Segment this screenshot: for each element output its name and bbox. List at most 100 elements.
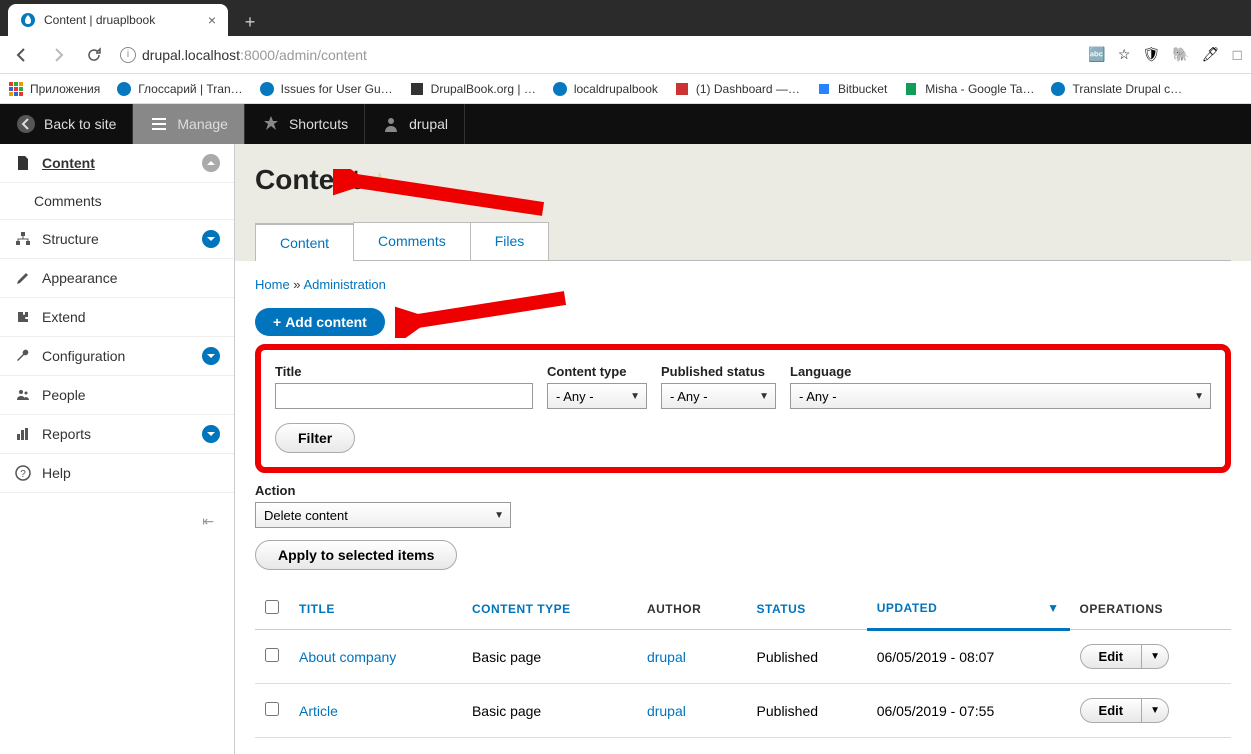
col-author[interactable]: AUTHOR bbox=[637, 588, 747, 630]
filter-button[interactable]: Filter bbox=[275, 423, 355, 453]
reload-button[interactable] bbox=[80, 41, 108, 69]
back-button[interactable] bbox=[8, 41, 36, 69]
shortcuts-button[interactable]: Shortcuts bbox=[245, 104, 365, 144]
chevron-down-icon[interactable] bbox=[202, 347, 220, 365]
collapse-sidebar-icon[interactable]: ⇤ bbox=[0, 493, 234, 550]
row-type: Basic page bbox=[462, 684, 637, 738]
chevron-down-icon: ▼ bbox=[1194, 391, 1204, 402]
translate-icon[interactable]: 🔤 bbox=[1088, 46, 1105, 63]
evernote-icon[interactable]: 🐘 bbox=[1172, 46, 1189, 63]
drupal-icon bbox=[116, 81, 132, 97]
apps-icon bbox=[8, 81, 24, 97]
dropper-icon[interactable]: 🖊 bbox=[1202, 46, 1220, 63]
type-filter-label: Content type bbox=[547, 364, 647, 379]
apply-action-button[interactable]: Apply to selected items bbox=[255, 540, 457, 570]
close-icon[interactable]: × bbox=[208, 12, 216, 28]
structure-icon bbox=[14, 230, 32, 248]
svg-text:?: ? bbox=[20, 469, 26, 480]
user-button[interactable]: drupal bbox=[365, 104, 465, 144]
bookmark-item[interactable]: Bitbucket bbox=[816, 81, 887, 97]
row-author-link[interactable]: drupal bbox=[647, 649, 686, 665]
action-select[interactable]: Delete content▼ bbox=[255, 502, 511, 528]
apps-button[interactable]: Приложения bbox=[8, 81, 100, 97]
sidebar-item-configuration[interactable]: Configuration bbox=[0, 337, 234, 376]
sidebar-item-people[interactable]: People bbox=[0, 376, 234, 415]
star-icon[interactable]: ☆ bbox=[1118, 46, 1131, 63]
profile-icon[interactable]: ◻ bbox=[1231, 46, 1243, 63]
back-to-site-button[interactable]: Back to site bbox=[0, 104, 133, 144]
row-title-link[interactable]: Article bbox=[299, 703, 338, 719]
add-content-button[interactable]: +Add content bbox=[255, 308, 385, 336]
info-icon[interactable]: i bbox=[120, 47, 136, 63]
row-checkbox[interactable] bbox=[265, 702, 279, 716]
tab-content[interactable]: Content bbox=[255, 223, 354, 261]
annotation-arrow-2 bbox=[395, 288, 575, 338]
table-row: Article Basic page drupal Published 06/0… bbox=[255, 684, 1231, 738]
tabs: Content Comments Files bbox=[235, 222, 1251, 260]
sidebar-item-reports[interactable]: Reports bbox=[0, 415, 234, 454]
chevron-down-icon[interactable] bbox=[202, 230, 220, 248]
breadcrumb-home[interactable]: Home bbox=[255, 277, 290, 292]
tab-files[interactable]: Files bbox=[470, 222, 550, 260]
edit-button[interactable]: Edit bbox=[1080, 644, 1143, 669]
row-checkbox[interactable] bbox=[265, 648, 279, 662]
paintbrush-icon bbox=[14, 269, 32, 287]
bookmark-label: Глоссарий | Tran… bbox=[138, 82, 242, 96]
table-row: About company Basic page drupal Publishe… bbox=[255, 630, 1231, 684]
manage-button[interactable]: Manage bbox=[133, 104, 245, 144]
drupal-icon bbox=[1050, 81, 1066, 97]
url-bar[interactable]: i drupal.localhost:8000/admin/content bbox=[116, 47, 1080, 63]
sidebar-item-comments[interactable]: Comments bbox=[0, 183, 234, 220]
bookmark-label: Issues for User Gu… bbox=[281, 82, 393, 96]
bookmark-label: localdrupalbook bbox=[574, 82, 658, 96]
hamburger-icon bbox=[149, 114, 169, 134]
bookmark-label: DrupalBook.org | … bbox=[431, 82, 536, 96]
bookmark-item[interactable]: (1) Dashboard —… bbox=[674, 81, 800, 97]
col-type[interactable]: CONTENT TYPE bbox=[462, 588, 637, 630]
shield-icon[interactable]: 🛡 bbox=[1142, 46, 1160, 63]
status-filter-label: Published status bbox=[661, 364, 776, 379]
chevron-down-icon[interactable] bbox=[202, 425, 220, 443]
admin-item-label: drupal bbox=[409, 116, 448, 132]
breadcrumb-admin[interactable]: Administration bbox=[303, 277, 385, 292]
sidebar-item-label: Extend bbox=[42, 309, 86, 325]
sidebar-item-help[interactable]: ? Help bbox=[0, 454, 234, 493]
sidebar-item-appearance[interactable]: Appearance bbox=[0, 259, 234, 298]
chevron-down-icon: ▼ bbox=[494, 510, 504, 521]
bookmark-label: Приложения bbox=[30, 82, 100, 96]
tab-comments[interactable]: Comments bbox=[353, 222, 471, 260]
favorite-star-icon[interactable]: ☆ bbox=[371, 168, 389, 193]
forward-button[interactable] bbox=[44, 41, 72, 69]
new-tab-button[interactable]: + bbox=[236, 8, 264, 36]
content-table: TITLE CONTENT TYPE AUTHOR STATUS UPDATED… bbox=[255, 588, 1231, 738]
lang-filter-select[interactable]: - Any -▼ bbox=[790, 383, 1211, 409]
sidebar-item-content[interactable]: Content bbox=[0, 144, 234, 183]
sidebar-item-structure[interactable]: Structure bbox=[0, 220, 234, 259]
browser-tab[interactable]: Content | druaplbook × bbox=[8, 4, 228, 36]
chevron-up-icon[interactable] bbox=[202, 154, 220, 172]
browser-toolbar: i drupal.localhost:8000/admin/content 🔤 … bbox=[0, 36, 1251, 74]
col-status[interactable]: STATUS bbox=[747, 588, 867, 630]
col-title[interactable]: TITLE bbox=[289, 588, 462, 630]
col-updated[interactable]: UPDATED ▼ bbox=[867, 588, 1070, 630]
row-author-link[interactable]: drupal bbox=[647, 703, 686, 719]
edit-dropdown-button[interactable]: ▼ bbox=[1142, 644, 1169, 669]
bookmark-item[interactable]: Misha - Google Ta… bbox=[903, 81, 1034, 97]
bookmark-item[interactable]: DrupalBook.org | … bbox=[409, 81, 536, 97]
bookmark-item[interactable]: Translate Drupal c… bbox=[1050, 81, 1182, 97]
type-filter-select[interactable]: - Any -▼ bbox=[547, 383, 647, 409]
row-status: Published bbox=[747, 630, 867, 684]
row-title-link[interactable]: About company bbox=[299, 649, 396, 665]
edit-dropdown-button[interactable]: ▼ bbox=[1142, 698, 1169, 723]
status-filter-select[interactable]: - Any -▼ bbox=[661, 383, 776, 409]
bookmarks-bar: Приложения Глоссарий | Tran… Issues for … bbox=[0, 74, 1251, 104]
bookmark-item[interactable]: Issues for User Gu… bbox=[259, 81, 393, 97]
bookmark-item[interactable]: localdrupalbook bbox=[552, 81, 658, 97]
bookmark-item[interactable]: Глоссарий | Tran… bbox=[116, 81, 242, 97]
sidebar-item-extend[interactable]: Extend bbox=[0, 298, 234, 337]
sort-desc-icon: ▼ bbox=[1047, 601, 1059, 615]
bookmark-label: (1) Dashboard —… bbox=[696, 82, 800, 96]
edit-button[interactable]: Edit bbox=[1080, 698, 1143, 723]
select-all-checkbox[interactable] bbox=[265, 600, 279, 614]
title-filter-input[interactable] bbox=[275, 383, 533, 409]
